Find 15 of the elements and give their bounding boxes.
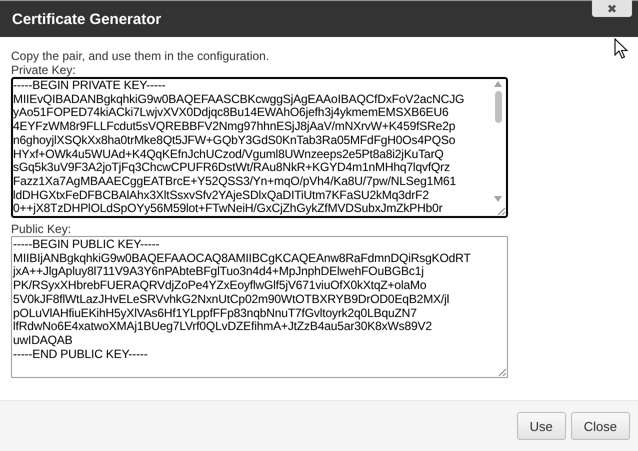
private-key-label: Private Key: (11, 63, 77, 77)
close-button[interactable]: ✖ (592, 0, 632, 17)
resize-grip-icon[interactable] (497, 207, 505, 215)
scroll-down-icon[interactable] (494, 196, 502, 202)
key-field[interactable]: -----BEGIN PUBLIC KEY----- MIIBIjANBgkqhkiG9w0BAQEFAAOCAQ8AMIIBCgKCAQEAnw8RaFdmnDQiRsgKOdRT jxA++JlgApluy8l711V9A3Y6nPAbteBFglTuo3n4d4+MpJnphDElwehFOuBGBc1j PK/RSyxXHbrebFUERAQRVdjZoPe4YZxEoyflwGlf5jV671viuOfX0kXtqZ+olaMo 5V0kJF8flWtLazJHvELeSRVvhkG2NxnUtCp02m90WtOTBXRYB9DrOD0EqB2MX/jl pOLuVlAHfiuEKihH5yXlVAs6Hf1YLppfFFp83nqbNnuT7fGvltoyrk2q0LBquZN7 lfRdwNo6E4xatwoXMAj1BUeg7LVrf0QLvDZEfihmA+JtZzB4au5ar30K8xWs89V2 uwIDAQAB -----END PUBLIC KEY----- (11, 236, 508, 378)
dialog-button[interactable]: Use (516, 412, 566, 440)
window-title: Certificate Generator (12, 10, 162, 28)
public-key-label: Public Key: (11, 222, 72, 236)
resize-grip-icon[interactable] (498, 368, 506, 376)
key-field[interactable]: -----BEGIN PRIVATE KEY----- MIIEvQIBADANBgkqhkiG9w0BAQEFAASCBKcwggSjAgEAAoIBAQCfDxFoV2acNCJG yAo51FOPED74kiACki7LwjvXVX0Ddjqc8Bu14EWAhO6jefh3j4ykmemEMSXB6EU6 4EYFzWM8r9FLLFcdut5sVQREBBFV2Nmg97hhnESjJ8jAaV/mNXrvW+K459fSRe2p n6ghoyjlXSQkXx8ha0trMke8Qt5JFW+GQbY3GdS0KnTab3Ra05MFdFgH0Os4PQSo HYxf+OWk4u5WUAd+K4QqKEfnJchUCzod/Vguml8UWnzeeps2e5Pt8a8i2jKuTarQ sGq5k3uV9F3A2joTjFq3ChcwCPUFR6DstWt/RAu8NkR+KGYD4m1nMHhq7lqvfQrz Fazz1Xa7AgMBAAECggEATBrcE+Y52QSS3/Yn+mqO/pVh4/Ka8U/7pw/NLSeg1M61 ldDHGXtxFeDFBCBAlAhx3XltSsxvSfv2YAjeSDlxQaDITiUtm7KFaSU2kMq3drF2 0++jX8TzDHPlOLdSpOYy56M59lot+FTwNeiH/GxCjZhGykZfMVDSubxJmZkPHb0r (11, 77, 508, 218)
dialog-button[interactable]: Close (570, 412, 630, 440)
instructions-text: Copy the pair, and use them in the configuration. (11, 49, 270, 63)
scroll-up-icon[interactable] (494, 81, 502, 87)
mouse-pointer-icon (614, 38, 628, 60)
scrollbar-thumb[interactable] (494, 91, 502, 123)
